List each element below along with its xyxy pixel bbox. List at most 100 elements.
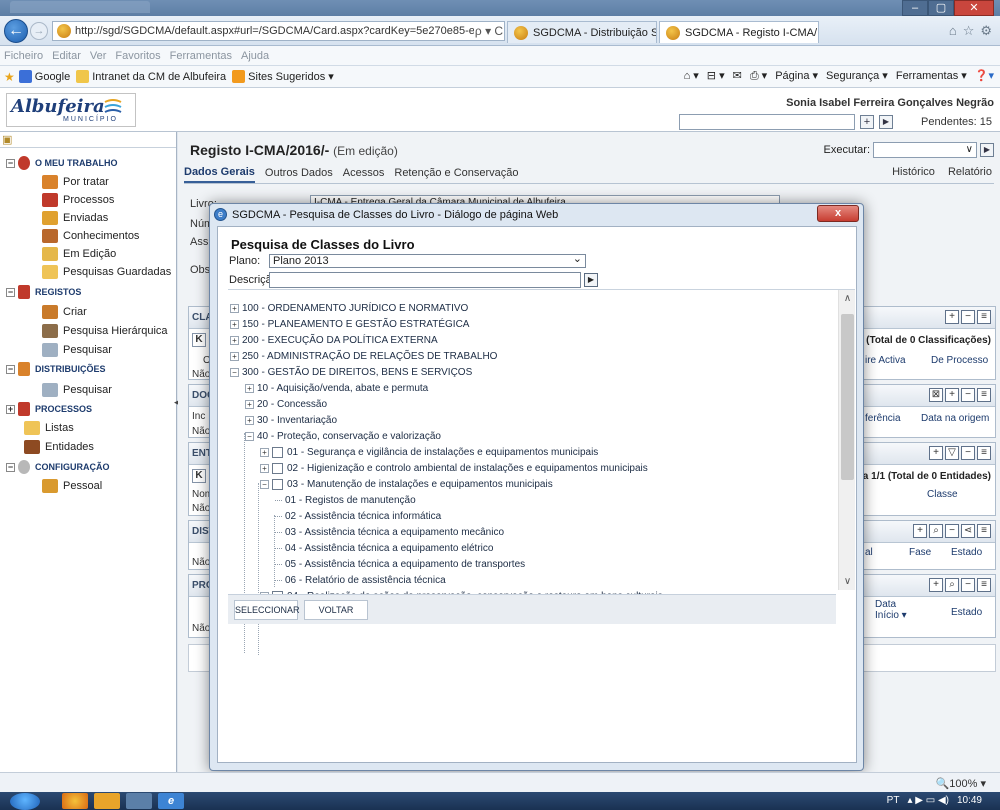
home-icon[interactable]: ⌂ (949, 23, 957, 39)
panel-first-page-button[interactable]: K (192, 333, 206, 347)
tab-outros-dados[interactable]: Outros Dados (265, 164, 333, 182)
panel-share-button[interactable]: ⋖ (961, 524, 975, 538)
tree-expand-toggle[interactable]: + (230, 303, 239, 313)
sidebar-item-pesquisa-hierarquica[interactable]: Pesquisa Hierárquica (42, 324, 168, 338)
panel-add-button[interactable]: + (913, 524, 927, 538)
sidebar-toggle-icon[interactable]: ▣ (2, 133, 12, 146)
tree-expand-toggle[interactable]: + (260, 447, 269, 457)
tree-leaf[interactable]: 06 - Relatório de assistência técnica (275, 573, 446, 587)
tab-retencao[interactable]: Retenção e Conservação (394, 164, 518, 182)
sidebar-item-processos[interactable]: Processos (42, 193, 114, 207)
minimize-button[interactable]: – (902, 0, 928, 16)
sidebar-group-meu-trabalho[interactable]: − O MEU TRABALHO (6, 156, 118, 170)
tree-leaf[interactable]: 01 - Registos de manutenção (275, 493, 416, 507)
tree-leaf[interactable]: 04 - Assistência técnica a equipamento e… (275, 541, 493, 555)
tree-node[interactable]: + 30 - Inventariação (245, 413, 337, 427)
panel-add-button[interactable]: + (945, 310, 959, 324)
executar-select[interactable]: ∨ (873, 142, 977, 158)
tree-expand-toggle[interactable]: + (230, 319, 239, 329)
tree-node[interactable]: + 20 - Concessão (245, 397, 327, 411)
tree-node-checkbox[interactable] (272, 446, 283, 458)
close-window-button[interactable]: ✕ (954, 0, 994, 16)
tree-expand-toggle[interactable]: + (245, 415, 254, 425)
panel-list-button[interactable]: ≡ (977, 310, 991, 324)
sidebar-item-conhecimentos[interactable]: Conhecimentos (42, 229, 139, 243)
office-taskbar-icon[interactable] (94, 793, 120, 809)
back-button[interactable]: ← (4, 19, 28, 43)
ie-taskbar-icon[interactable]: e (158, 793, 184, 809)
descricao-search-button[interactable]: ▶ (584, 273, 598, 287)
tab-historico[interactable]: Histórico (892, 163, 935, 181)
tree-expand-toggle[interactable]: + (245, 383, 254, 393)
home-cmd-icon[interactable]: ⌂ ▾ (684, 69, 699, 83)
tree-expand-toggle[interactable]: + (230, 351, 239, 361)
scroll-up-icon[interactable]: ∧ (839, 290, 855, 307)
tree-expand-toggle[interactable]: + (245, 399, 254, 409)
favorites-star-icon[interactable]: ☆ (963, 23, 975, 39)
zoom-level[interactable]: 🔍100% ▾ (936, 777, 986, 790)
menu-editar[interactable]: Editar (52, 50, 81, 62)
tree-node[interactable]: − 03 - Manutenção de instalações e equip… (260, 477, 553, 491)
panel-add-button[interactable]: + (945, 388, 959, 402)
pendentes-count[interactable]: Pendentes: 15 (921, 116, 992, 128)
scrollbar-thumb[interactable] (841, 314, 854, 480)
sidebar-item-pesquisas-guardadas[interactable]: Pesquisas Guardadas (42, 265, 171, 279)
sidebar-group-distribuicoes[interactable]: − DISTRIBUIÇÕES (6, 362, 106, 376)
panel-remove-button[interactable]: − (961, 388, 975, 402)
favorite-sites-sugeridos[interactable]: Sites Sugeridos ▾ (232, 70, 334, 83)
tree-expand-toggle[interactable]: − (260, 479, 269, 489)
sidebar-item-listas[interactable]: Listas (24, 421, 74, 435)
panel-add-button[interactable]: + (929, 578, 943, 592)
tree-node[interactable]: + 250 - ADMINISTRAÇÃO DE RELAÇÕES DE TRA… (230, 349, 497, 363)
tab-dados-gerais[interactable]: Dados Gerais (184, 163, 255, 183)
browser-tab-registo[interactable]: SGDCMA - Registo I-CMA/... × (659, 21, 819, 43)
forward-button[interactable]: → (30, 22, 48, 40)
address-bar[interactable]: http://sgd/SGDCMA/default.aspx#url=/SGDC… (52, 21, 505, 41)
favorites-star-icon[interactable]: ★ (4, 70, 15, 84)
menu-favoritos[interactable]: Favoritos (115, 50, 160, 62)
panel-remove-button[interactable]: − (961, 446, 975, 460)
panel-add-button[interactable]: + (929, 446, 943, 460)
tree-node[interactable]: − 300 - GESTÃO DE DIREITOS, BENS E SERVI… (230, 365, 472, 379)
municipality-logo[interactable]: Albufeira MUNICÍPIO (6, 93, 136, 127)
panel-list-button[interactable]: ≡ (977, 524, 991, 538)
header-search-input[interactable] (679, 114, 855, 130)
favorite-intranet[interactable]: Intranet da CM de Albufeira (76, 70, 226, 83)
panel-attach-button[interactable]: ⊠ (929, 388, 943, 402)
plano-select[interactable]: Plano 2013 ⌄ (269, 253, 586, 268)
sidebar-item-criar[interactable]: Criar (42, 305, 87, 319)
panel-search-button[interactable]: ⌕ (929, 524, 943, 538)
menu-ver[interactable]: Ver (90, 50, 107, 62)
sidebar-item-pesquisar-distribuicoes[interactable]: Pesquisar (42, 383, 112, 397)
menu-ficheiro[interactable]: Ficheiro (4, 50, 43, 62)
settings-gear-icon[interactable]: ⚙ (980, 23, 992, 39)
header-add-button[interactable]: + (860, 115, 874, 129)
panel-remove-button[interactable]: − (961, 578, 975, 592)
sidebar-group-configuracao[interactable]: − CONFIGURAÇÃO (6, 460, 110, 474)
sidebar-item-entidades[interactable]: Entidades (24, 440, 94, 454)
tree-expand-toggle[interactable]: − (230, 367, 239, 377)
sidebar-item-pesquisar-registos[interactable]: Pesquisar (42, 343, 112, 357)
browser-tab-distribuicao[interactable]: SGDCMA - Distribuição SGDC... (507, 21, 657, 43)
dialog-titlebar[interactable]: e SGDCMA - Pesquisa de Classes do Livro … (210, 204, 863, 226)
panel-list-button[interactable]: ≡ (977, 446, 991, 460)
panel-list-button[interactable]: ≡ (977, 578, 991, 592)
sidebar-item-por-tratar[interactable]: Por tratar (42, 175, 109, 189)
print-icon[interactable]: ⎙ ▾ (750, 69, 767, 83)
menu-ajuda[interactable]: Ajuda (241, 50, 269, 62)
tree-node[interactable]: + 150 - PLANEAMENTO E GESTÃO ESTRATÉGICA (230, 317, 469, 331)
tools-menu[interactable]: Ferramentas ▾ (896, 69, 967, 83)
tree-expand-toggle[interactable]: + (260, 463, 269, 473)
tree-node[interactable]: − 40 - Proteção, conservação e valorizaç… (245, 429, 441, 443)
tree-scrollbar[interactable]: ∧ ∨ (838, 290, 855, 590)
chrome-taskbar-icon[interactable] (62, 793, 88, 809)
address-search-refresh-icon[interactable]: ρ ▾ C (474, 24, 504, 38)
header-go-button[interactable]: ▶ (879, 115, 893, 129)
tray-icons[interactable]: ▴ ▶ ▭ ◀) (907, 795, 949, 806)
panel-search-button[interactable]: ⌕ (945, 578, 959, 592)
sidebar-item-pessoal[interactable]: Pessoal (42, 479, 102, 493)
tab-relatorio[interactable]: Relatório (948, 163, 992, 181)
address-url[interactable]: http://sgd/SGDCMA/default.aspx#url=/SGDC… (75, 25, 474, 37)
page-menu[interactable]: Página ▾ (775, 69, 818, 83)
favorite-google[interactable]: Google (18, 70, 70, 83)
